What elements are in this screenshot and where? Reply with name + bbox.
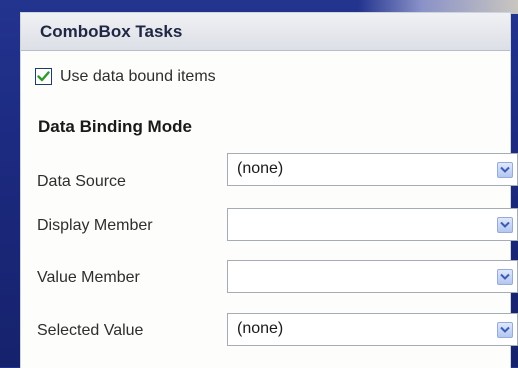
panel-title: ComboBox Tasks bbox=[40, 22, 183, 41]
display-member-combo[interactable] bbox=[227, 208, 518, 241]
panel-header: ComboBox Tasks bbox=[21, 13, 510, 51]
chevron-down-icon bbox=[500, 221, 510, 228]
selected-value-label: Selected Value bbox=[37, 322, 144, 339]
combobox-tasks-panel: ComboBox Tasks Use data bound items Data… bbox=[20, 12, 518, 368]
data-source-dropdown-button[interactable] bbox=[497, 162, 513, 178]
value-member-dropdown-button[interactable] bbox=[497, 269, 513, 285]
use-data-bound-items-checkbox[interactable] bbox=[35, 68, 52, 85]
selected-value-combo[interactable]: (none) bbox=[227, 313, 518, 346]
data-source-combo[interactable]: (none) bbox=[227, 153, 518, 186]
data-source-label: Data Source bbox=[37, 173, 126, 190]
data-binding-mode-heading: Data Binding Mode bbox=[38, 117, 192, 136]
use-data-bound-items-label[interactable]: Use data bound items bbox=[60, 68, 216, 86]
chevron-down-icon bbox=[500, 166, 510, 173]
display-member-dropdown-button[interactable] bbox=[497, 217, 513, 233]
value-member-label: Value Member bbox=[37, 269, 140, 286]
chevron-down-icon bbox=[500, 273, 510, 280]
selected-value-value: (none) bbox=[237, 320, 284, 337]
check-icon bbox=[37, 71, 50, 82]
value-member-combo[interactable] bbox=[227, 260, 518, 293]
chevron-down-icon bbox=[500, 326, 510, 333]
selected-value-dropdown-button[interactable] bbox=[497, 322, 513, 338]
data-source-value: (none) bbox=[237, 160, 284, 177]
display-member-label: Display Member bbox=[37, 217, 153, 234]
